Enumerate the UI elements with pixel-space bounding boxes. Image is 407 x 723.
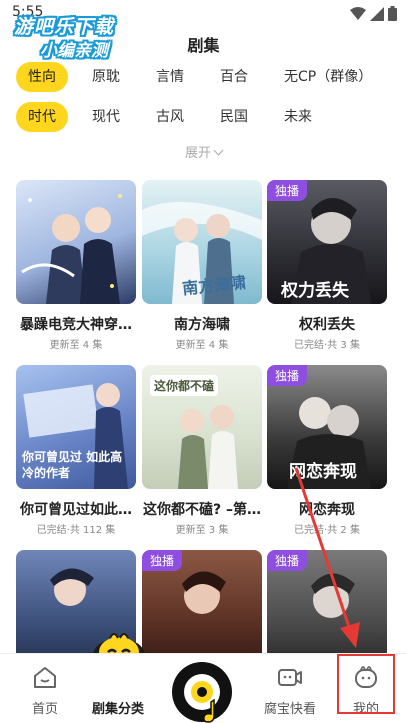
filter-chip-xiandai[interactable]: 现代 bbox=[80, 102, 132, 132]
drama-cover bbox=[16, 180, 136, 304]
drama-status: 更新至 4 集 bbox=[175, 340, 229, 351]
drama-cover: 独播 网恋奔现 bbox=[267, 365, 387, 489]
filter-row-era: 时代 现代 古风 民国 未来 bbox=[16, 102, 336, 132]
video-icon bbox=[278, 669, 302, 686]
filter-chip-gufeng[interactable]: 古风 bbox=[144, 102, 196, 132]
cover-title-text: 网恋奔现 bbox=[289, 462, 357, 482]
exclusive-badge: 独播 bbox=[267, 365, 308, 386]
filter-chip-yanqing[interactable]: 言情 bbox=[144, 62, 196, 92]
highlight-box bbox=[337, 654, 395, 714]
drama-title: 南方海啸 bbox=[174, 317, 230, 333]
drama-title: 权利丢失 bbox=[299, 317, 355, 333]
drama-cover: 南方海啸 bbox=[142, 180, 262, 304]
exclusive-badge: 独播 bbox=[142, 550, 183, 571]
nav-label: 腐宝快看 bbox=[263, 702, 316, 717]
drama-title: 你可曾见过如此… bbox=[20, 502, 132, 518]
cover-title-text: 权力丢失 bbox=[281, 281, 349, 301]
nav-fubao-kuaikan[interactable]: 腐宝快看 bbox=[250, 654, 330, 723]
nav-home[interactable]: 首页 bbox=[5, 654, 85, 723]
nav-drama-category[interactable]: 剧集分类 bbox=[78, 654, 158, 723]
page-title: 剧集 bbox=[187, 36, 220, 55]
exclusive-badge: 独播 bbox=[267, 550, 308, 571]
drama-title: 这你都不磕? –第… bbox=[143, 502, 261, 518]
filter-chip-xingxiang[interactable]: 性向 bbox=[16, 62, 68, 92]
filter-chip-yuandan[interactable]: 原耽 bbox=[80, 62, 132, 92]
drama-status: 已完结·共 2 集 bbox=[294, 525, 360, 536]
chevron-down-icon bbox=[213, 145, 224, 156]
drama-status: 更新至 4 集 bbox=[49, 340, 103, 351]
filter-chip-baihe[interactable]: 百合 bbox=[208, 62, 260, 92]
expand-filters-button[interactable]: 展开 bbox=[0, 142, 407, 161]
expand-label: 展开 bbox=[184, 146, 211, 161]
drama-status: 已完结·共 3 集 bbox=[294, 340, 360, 351]
status-icons bbox=[350, 6, 397, 21]
center-player-button[interactable] bbox=[170, 660, 234, 723]
home-icon bbox=[34, 667, 56, 688]
nav-label: 首页 bbox=[31, 702, 58, 717]
filter-chip-weilai[interactable]: 未来 bbox=[272, 102, 324, 132]
drama-cover: 这你都不磕 bbox=[142, 365, 262, 489]
cover-title-text: 你可曾见过 如此高冷的作者 bbox=[22, 450, 123, 480]
filter-row-orientation: 性向 原耽 言情 百合 无CP（群像） bbox=[16, 62, 396, 92]
drama-status: 更新至 3 集 bbox=[175, 525, 229, 536]
nav-label: 剧集分类 bbox=[91, 702, 144, 717]
drama-cover: 独播 权力丢失 bbox=[267, 180, 387, 304]
battery-icon bbox=[388, 6, 397, 21]
drama-title: 暴躁电竞大神穿… bbox=[20, 317, 132, 333]
wifi-icon bbox=[350, 6, 366, 20]
filter-chip-no-cp[interactable]: 无CP（群像） bbox=[272, 62, 384, 92]
drama-cover: 你可曾见过 如此高冷的作者 bbox=[16, 365, 136, 489]
signal-icon bbox=[370, 6, 384, 21]
cover-title-text: 这你都不磕 bbox=[150, 375, 219, 396]
filter-chip-minguo[interactable]: 民国 bbox=[208, 102, 260, 132]
drama-status: 已完结·共 112 集 bbox=[36, 525, 116, 536]
exclusive-badge: 独播 bbox=[267, 180, 308, 201]
filter-chip-shidai[interactable]: 时代 bbox=[16, 102, 68, 132]
cover-art bbox=[21, 194, 122, 304]
drama-title: 网恋奔现 bbox=[299, 502, 355, 518]
